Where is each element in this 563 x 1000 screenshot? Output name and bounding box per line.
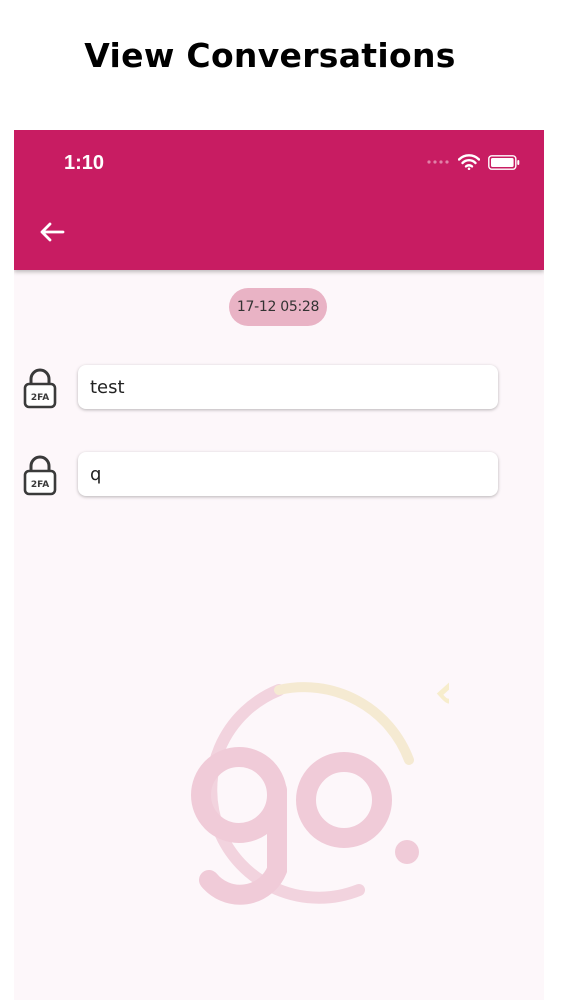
lock-label: 2FA	[31, 480, 49, 490]
go-digital-logo-watermark: DIGITAL	[191, 674, 449, 905]
lock-2fa-icon: 2FA	[23, 368, 57, 409]
page-title: View Conversations	[84, 36, 456, 75]
message-bubble[interactable]: q	[78, 452, 498, 496]
message-row: 2FA q	[14, 450, 544, 500]
message-row: 2FA test	[14, 363, 544, 413]
svg-text:DIGITAL: DIGITAL	[430, 674, 449, 819]
status-time: 1:10	[64, 152, 105, 174]
app-bar: 1:10	[14, 130, 544, 270]
lock-label: 2FA	[31, 393, 49, 403]
signal-dots-icon	[427, 160, 449, 164]
phone-screen: 1:10 DIGITAL 17-12 05:28 2FA test 2FA q	[14, 130, 544, 1000]
wifi-icon	[458, 154, 480, 170]
lock-2fa-icon: 2FA	[23, 455, 57, 496]
battery-icon	[488, 154, 520, 170]
status-icons	[426, 154, 520, 170]
message-bubble[interactable]: test	[78, 365, 498, 409]
arrow-left-icon[interactable]	[36, 216, 68, 248]
date-chip: 17-12 05:28	[229, 288, 327, 326]
